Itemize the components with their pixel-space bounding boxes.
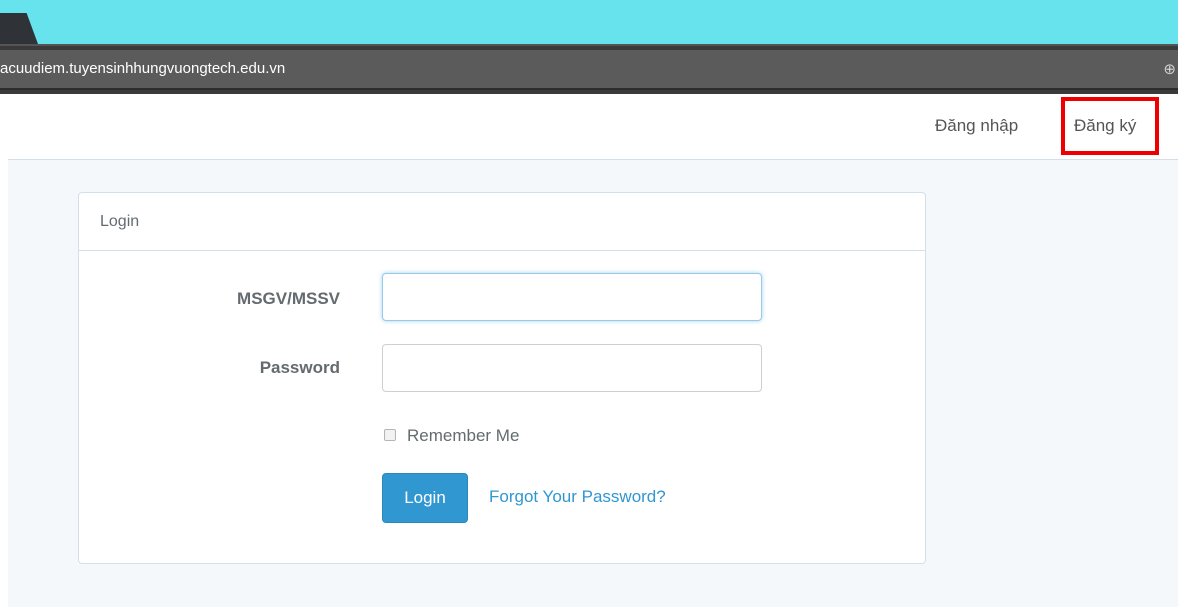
login-panel: Login MSGV/MSSV Password Remember Me Log… [78, 192, 926, 564]
forgot-password-link[interactable]: Forgot Your Password? [489, 487, 666, 507]
nav-login-link[interactable]: Đăng nhập [935, 116, 1018, 136]
remember-me-checkbox[interactable] [384, 429, 396, 441]
nav-register-link[interactable]: Đăng ký [1074, 116, 1136, 136]
password-input[interactable] [382, 344, 762, 392]
login-button[interactable]: Login [382, 473, 468, 523]
msgv-label: MSGV/MSSV [237, 289, 340, 308]
remember-me-label[interactable]: Remember Me [407, 426, 519, 446]
url-text: acuudiem.tuyensinhhungvuongtech.edu.vn [0, 60, 286, 77]
password-label: Password [259, 358, 340, 377]
address-bar: acuudiem.tuyensinhhungvuongtech.edu.vn ⊕ [0, 44, 1178, 94]
browser-title-bar [0, 0, 1178, 44]
zoom-icon[interactable]: ⊕ [1163, 60, 1176, 78]
msgv-input[interactable] [382, 273, 762, 321]
panel-heading: Login [79, 193, 925, 251]
panel-title: Login [100, 213, 140, 230]
top-navbar: Đăng nhập Đăng ký [8, 94, 1178, 160]
url-field[interactable]: acuudiem.tuyensinhhungvuongtech.edu.vn ⊕ [0, 50, 1178, 90]
browser-tab[interactable] [0, 13, 38, 44]
